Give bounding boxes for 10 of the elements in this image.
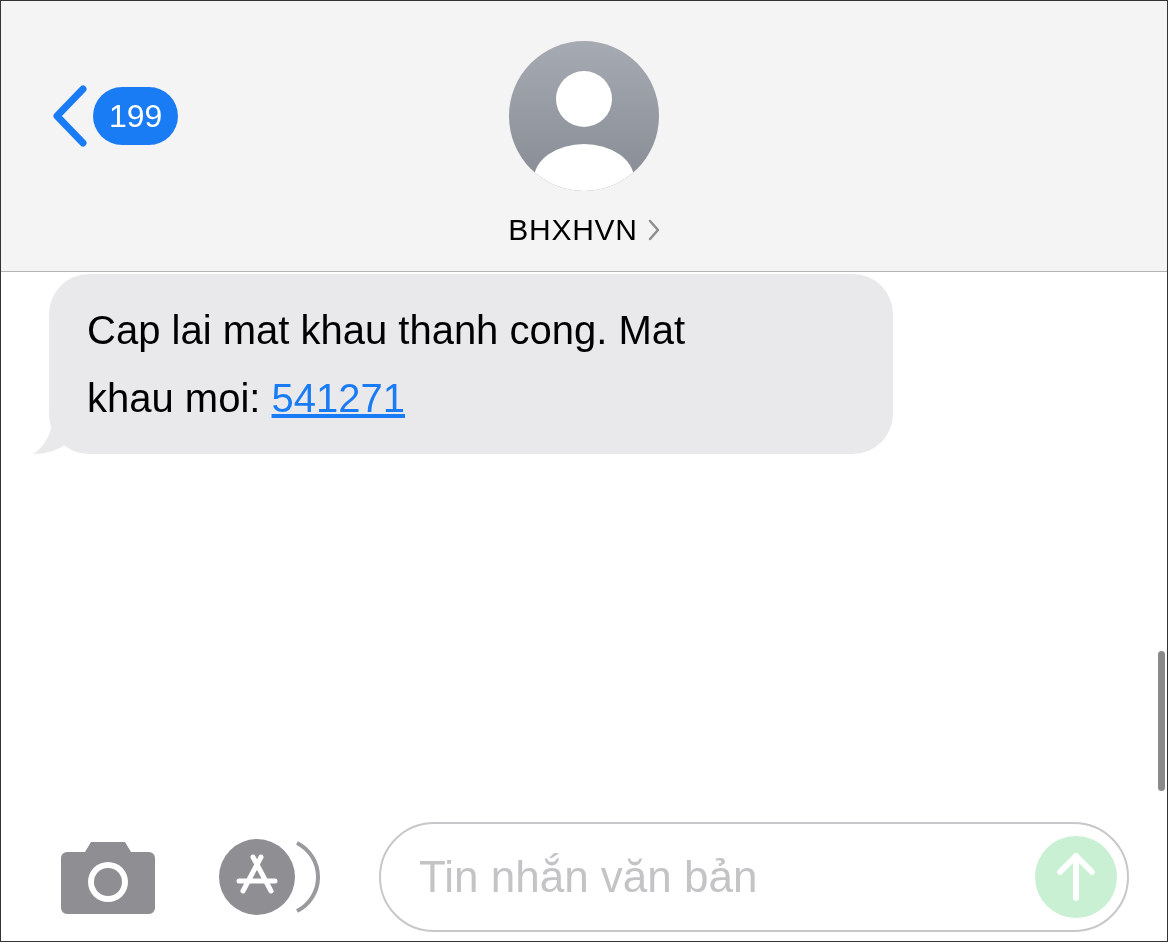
chevron-right-icon — [647, 218, 660, 241]
camera-icon[interactable] — [61, 840, 155, 914]
message-input-box[interactable]: Tin nhắn văn bản — [379, 822, 1129, 932]
contact-name-button[interactable]: BHXHVN — [508, 207, 660, 252]
scrollbar[interactable] — [1158, 651, 1165, 791]
message-text: Cap lai mat khau thanh cong. Mat khau moi: 541271 — [87, 308, 686, 420]
message-input-field[interactable]: Tin nhắn văn bản — [419, 844, 1035, 910]
avatar-icon[interactable] — [509, 41, 659, 191]
code-link[interactable]: 541271 — [271, 376, 405, 420]
unread-count-badge[interactable]: 199 — [93, 87, 179, 145]
